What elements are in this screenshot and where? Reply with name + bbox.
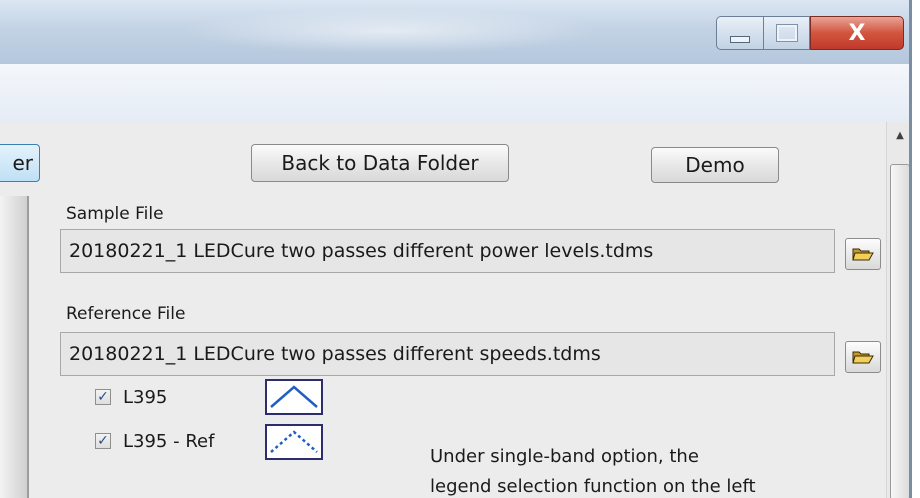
legend-label-l395: L395	[123, 386, 168, 408]
legend-item-l395-ref[interactable]: ✓ L395 - Ref	[95, 424, 214, 458]
back-to-data-folder-button[interactable]: Back to Data Folder	[251, 144, 509, 182]
folder-open-icon	[852, 248, 874, 261]
reference-file-path-field[interactable]: 20180221_1 LEDCure two passes different …	[60, 332, 835, 376]
demo-button[interactable]: Demo	[651, 147, 779, 183]
legend-checkbox-l395[interactable]: ✓	[95, 389, 111, 405]
sample-file-label: Sample File	[66, 204, 164, 224]
left-truncated-button-label: er	[12, 151, 33, 175]
scroll-up-icon[interactable]: ▲	[887, 128, 909, 144]
note-line-2: legend selection function on the left	[430, 476, 756, 497]
legend-label-l395-ref: L395 - Ref	[123, 430, 215, 452]
sample-file-path-field[interactable]: 20180221_1 LEDCure two passes different …	[60, 229, 835, 273]
reference-file-path-value: 20180221_1 LEDCure two passes different …	[69, 343, 601, 365]
vertical-scrollbar[interactable]: ▲	[886, 122, 909, 498]
sample-file-path-value: 20180221_1 LEDCure two passes different …	[69, 240, 654, 262]
title-bar[interactable]: X	[0, 0, 909, 65]
left-truncated-button[interactable]: er	[0, 144, 40, 182]
legend-item-l395[interactable]: ✓ L395	[95, 380, 167, 414]
close-button[interactable]: X	[810, 16, 904, 50]
close-icon: X	[848, 20, 866, 46]
reference-file-label: Reference File	[66, 304, 186, 324]
sample-file-browse-button[interactable]	[845, 238, 881, 270]
reference-file-browse-button[interactable]	[845, 341, 881, 373]
back-to-data-folder-label: Back to Data Folder	[281, 151, 479, 175]
dotted-peak-line-icon	[270, 430, 318, 453]
solid-peak-line-icon	[270, 385, 318, 408]
note-line-1: Under single-band option, the	[430, 446, 699, 467]
left-panel-edge	[0, 196, 29, 498]
legend-checkbox-l395-ref[interactable]: ✓	[95, 433, 111, 449]
maximize-button[interactable]	[764, 16, 810, 50]
demo-button-label: Demo	[685, 153, 745, 177]
single-band-note: Under single-band option, the legend sel…	[430, 442, 810, 498]
minimize-button[interactable]	[716, 16, 764, 50]
scrollbar-thumb[interactable]	[890, 164, 909, 498]
maximize-icon	[775, 24, 798, 42]
folder-open-icon	[852, 351, 874, 364]
legend-swatch-l395[interactable]	[265, 379, 323, 415]
legend-swatch-l395-ref[interactable]	[265, 424, 323, 460]
menu-bar	[0, 64, 909, 123]
app-window: X er Back to Data Folder Demo Sample Fil…	[0, 0, 912, 498]
minimize-icon	[730, 35, 750, 43]
